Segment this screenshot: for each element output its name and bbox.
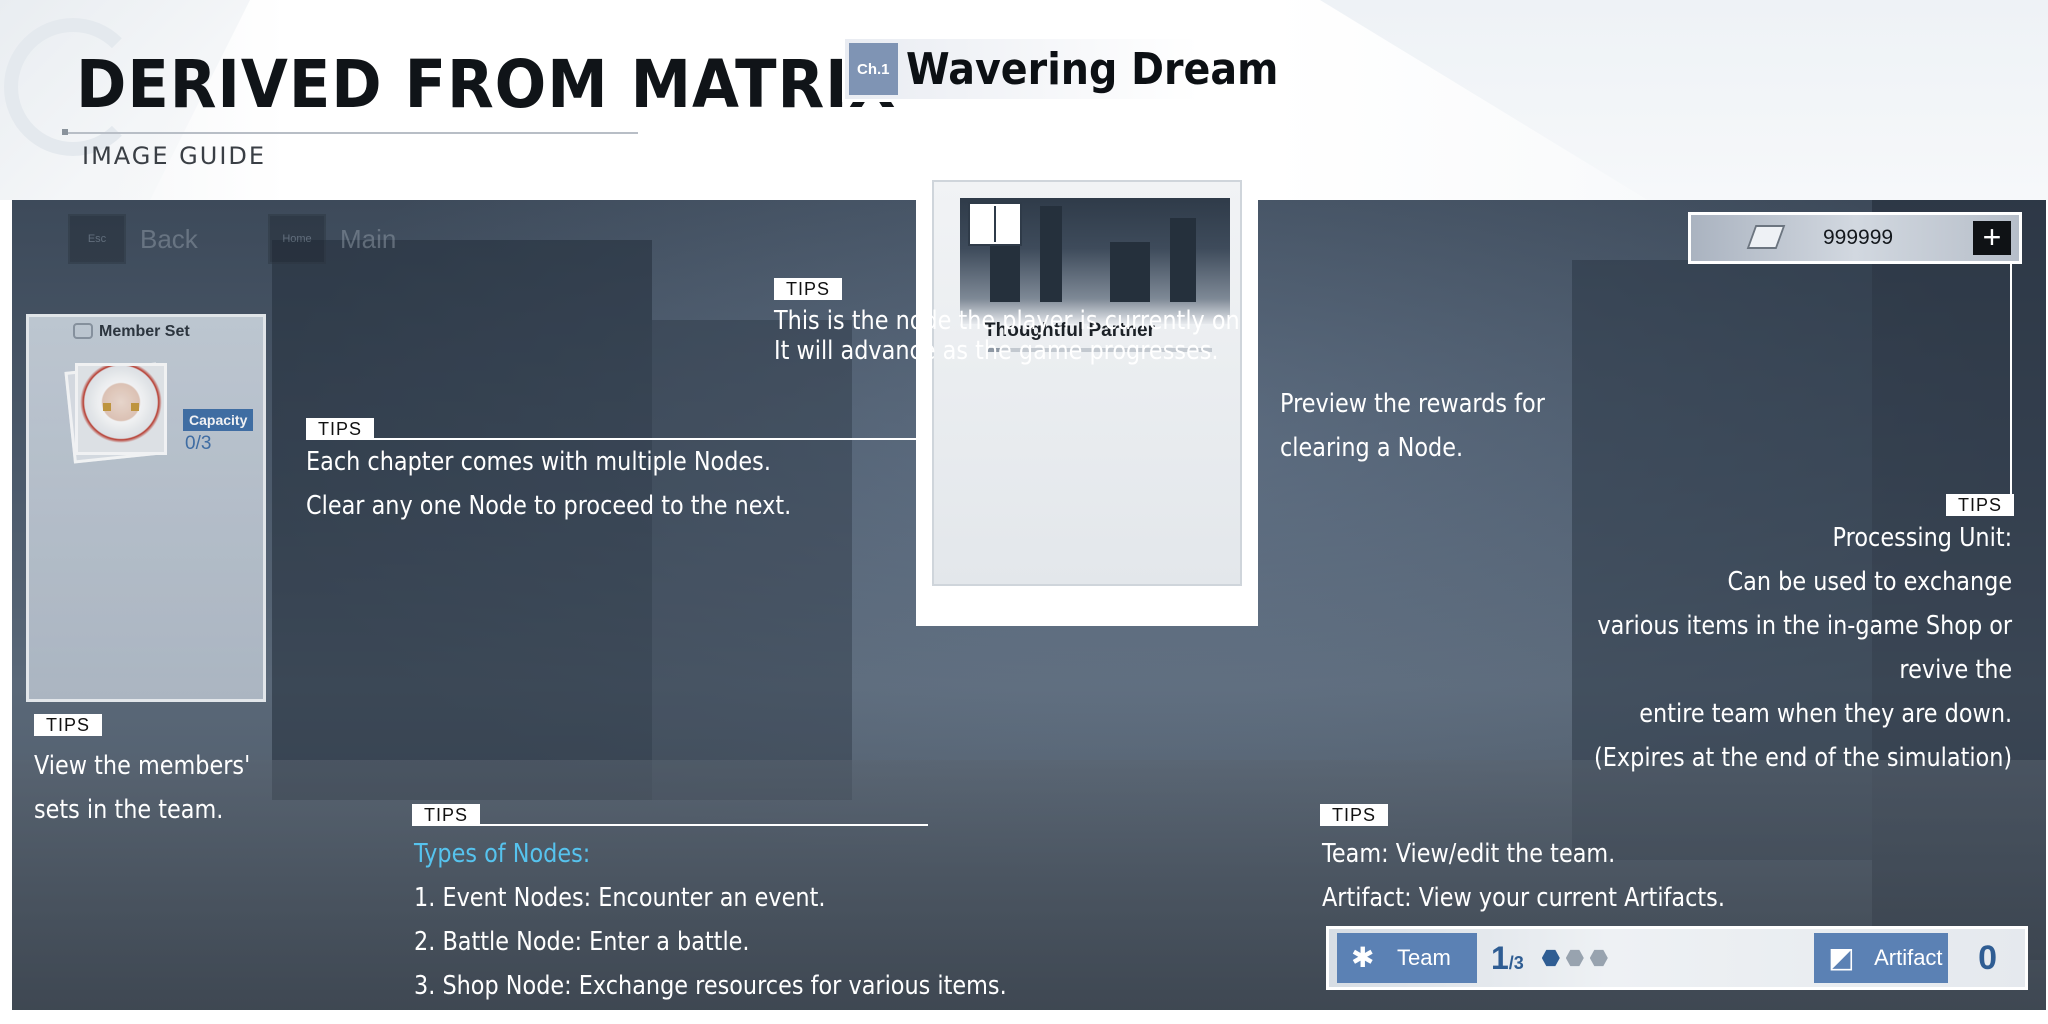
plus-icon[interactable]: + xyxy=(1973,221,2011,255)
tip-members: View the members' sets in the team. xyxy=(34,751,251,825)
tip-rewards: Preview the rewards for clearing a Node. xyxy=(1280,389,1545,463)
member-set-title: Member Set xyxy=(99,323,190,340)
page-title: DERIVED FROM MATRIX xyxy=(76,46,897,123)
tips-tag: TIPS xyxy=(306,418,375,440)
team-icon: ✱ xyxy=(1351,942,1375,973)
home-key-icon: Home xyxy=(268,214,326,264)
tip-current-node: This is the node the player is currently… xyxy=(774,306,1247,366)
book-icon xyxy=(968,202,1022,246)
tips-tag: TIPS xyxy=(1320,804,1389,826)
processing-unit-counter: 999999 + xyxy=(1688,212,2022,264)
tip-connector xyxy=(480,824,928,826)
team-bar: ✱ Team 1/3 ◩ Artifact 0 xyxy=(1326,926,2028,990)
capacity-value: 0/3 xyxy=(185,433,212,454)
page-subtitle: IMAGE GUIDE xyxy=(82,142,267,170)
artifact-icon: ◩ xyxy=(1828,942,1855,973)
team-slot-icon xyxy=(1589,949,1608,967)
tips-tag: TIPS xyxy=(412,804,481,826)
background-building xyxy=(652,320,852,800)
tips-tag: TIPS xyxy=(34,714,103,736)
team-slots xyxy=(1541,949,1608,967)
tip-chapter-nodes: Each chapter comes with multiple Nodes. … xyxy=(306,447,792,521)
tip-team: Team: View/edit the team. Artifact: View… xyxy=(1322,839,1725,913)
chapter-title-box: Ch.1 Wavering Dream xyxy=(842,36,1278,102)
tip-connector xyxy=(2010,264,2012,496)
tips-tag: TIPS xyxy=(774,278,843,300)
artifact-count: 0 xyxy=(1978,938,1997,977)
team-slot-icon xyxy=(1541,949,1560,967)
tip-node-types-heading: Types of Nodes: xyxy=(414,839,591,869)
title-divider-dot xyxy=(62,129,68,135)
team-button[interactable]: ✱ Team xyxy=(1337,933,1477,983)
chapter-name: Wavering Dream xyxy=(905,43,1278,95)
esc-key-icon: Esc xyxy=(68,214,126,264)
title-divider xyxy=(64,132,638,134)
team-label: Team xyxy=(1397,945,1451,970)
processing-unit-icon xyxy=(1745,223,1787,253)
team-count: 1/3 xyxy=(1491,939,1524,976)
artifact-button[interactable]: ◩ Artifact xyxy=(1814,933,1949,983)
member-set-card[interactable]: Member Set Capacity 0/3 xyxy=(26,314,266,702)
chapter-tag: Ch.1 xyxy=(849,43,898,95)
tips-tag: TIPS xyxy=(1946,494,2015,516)
tip-processing-unit: Processing Unit: Can be used to exchange… xyxy=(1593,523,2012,773)
member-set-icon xyxy=(73,323,93,339)
artifact-label: Artifact xyxy=(1874,945,1943,970)
back-label: Back xyxy=(140,223,198,254)
main-button[interactable]: Home Main xyxy=(268,214,396,264)
team-slot-icon xyxy=(1565,949,1584,967)
processing-unit-value: 999999 xyxy=(1823,226,1894,249)
back-button[interactable]: Esc Back xyxy=(68,214,198,264)
main-label: Main xyxy=(340,223,397,254)
tip-node-types: Types of Nodes: 1. Event Nodes: Encounte… xyxy=(414,832,1007,1008)
member-portrait-eyes xyxy=(103,403,139,411)
capacity-label: Capacity xyxy=(183,409,254,431)
